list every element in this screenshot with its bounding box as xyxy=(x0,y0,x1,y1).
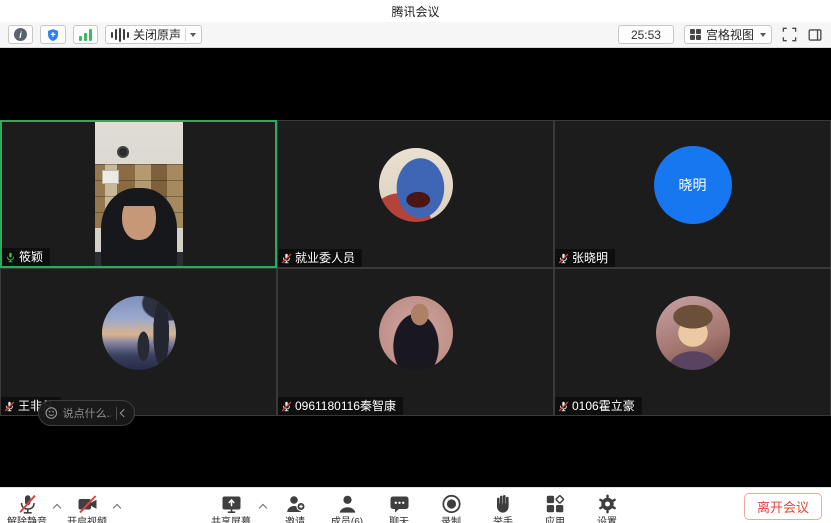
mute-original-sound-label: 关闭原声 xyxy=(133,26,181,43)
members-icon xyxy=(336,493,359,515)
chevron-down-icon xyxy=(760,33,766,37)
apps-label: 应用 xyxy=(545,518,565,523)
record-button[interactable]: 录制 xyxy=(428,493,474,523)
audio-wave-icon xyxy=(111,28,129,42)
window-titlebar: 腾讯会议 xyxy=(0,0,831,22)
info-icon: i xyxy=(14,28,27,41)
unmute-label: 解除静音 xyxy=(7,518,47,523)
bottom-toolbar: 解除静音 开启视频 共享屏幕 xyxy=(0,487,831,523)
apps-icon xyxy=(544,493,567,515)
emoji-icon[interactable] xyxy=(45,406,58,420)
participant-name: 筱颖 xyxy=(19,250,43,264)
chat-input-placeholder[interactable]: 说点什么... xyxy=(63,405,111,421)
participant-tile-xiaoying[interactable]: 筱颖 xyxy=(0,120,277,268)
mic-options-caret-icon[interactable] xyxy=(53,504,61,512)
chat-label: 聊天 xyxy=(389,518,409,523)
participant-tile-jiuyewei[interactable]: 就业委人员 xyxy=(277,120,554,268)
raise-hand-button[interactable]: 举手 xyxy=(480,493,526,523)
participant-tile-wangfeifan[interactable]: 王非凡 xyxy=(0,268,277,416)
record-icon xyxy=(440,493,463,515)
invite-label: 邀请 xyxy=(285,518,305,523)
participant-name: 就业委人员 xyxy=(295,251,355,265)
invite-button[interactable]: 邀请 xyxy=(272,493,318,523)
leave-meeting-button[interactable]: 离开会议 xyxy=(744,493,822,520)
members-button[interactable]: 成员(6) xyxy=(324,493,370,523)
mute-original-sound-button[interactable]: 关闭原声 xyxy=(105,25,202,44)
mic-muted-icon xyxy=(281,401,292,412)
divider xyxy=(116,407,117,420)
share-options-caret-icon[interactable] xyxy=(259,504,267,512)
mic-on-icon xyxy=(5,252,16,263)
meeting-info-button[interactable]: i xyxy=(8,25,33,44)
network-status-button[interactable] xyxy=(73,25,98,44)
person-bangs xyxy=(118,189,160,206)
chevron-down-icon[interactable] xyxy=(190,33,196,37)
participant-name-badge: 张晓明 xyxy=(555,249,615,267)
participant-name: 0961180116秦智康 xyxy=(295,399,396,413)
settings-label: 设置 xyxy=(597,518,617,523)
security-button[interactable] xyxy=(40,25,66,44)
meeting-timer: 25:53 xyxy=(618,25,674,44)
avatar xyxy=(379,148,453,222)
top-toolbar: i 关闭原声 25:53 xyxy=(0,22,831,48)
participant-tile-zhangxiaoming[interactable]: 晓明 张晓明 xyxy=(554,120,831,268)
chat-button[interactable]: 聊天 xyxy=(376,493,422,523)
box-decor xyxy=(102,170,119,184)
timer-value: 25:53 xyxy=(624,28,668,42)
settings-gear-icon xyxy=(596,493,619,515)
invite-icon xyxy=(284,493,307,515)
avatar xyxy=(656,296,730,370)
participant-name: 0106霍立豪 xyxy=(572,399,635,413)
side-panel-icon[interactable] xyxy=(807,27,823,43)
shield-plus-icon xyxy=(46,28,60,42)
divider xyxy=(185,28,186,41)
participant-name-badge: 0961180116秦智康 xyxy=(278,397,403,415)
avatar-initials: 晓明 xyxy=(654,146,732,224)
mic-muted-icon xyxy=(16,493,39,515)
avatar xyxy=(379,296,453,370)
participant-name-badge: 就业委人员 xyxy=(278,249,362,267)
leave-meeting-label: 离开会议 xyxy=(757,497,809,516)
view-mode-button[interactable]: 宫格视图 xyxy=(684,25,772,44)
record-label: 录制 xyxy=(441,518,461,523)
apps-button[interactable]: 应用 xyxy=(532,493,578,523)
camera-muted-icon xyxy=(76,493,99,515)
avatar xyxy=(102,296,176,370)
view-mode-label: 宫格视图 xyxy=(706,26,754,43)
signal-bars-icon xyxy=(79,29,92,41)
collapse-chevron-icon[interactable] xyxy=(120,409,128,417)
chat-quick-input[interactable]: 说点什么... xyxy=(38,400,135,426)
participant-video xyxy=(95,122,183,266)
meeting-window: 腾讯会议 i 关闭原声 xyxy=(0,0,831,523)
grid-view-icon xyxy=(690,29,701,40)
start-video-button[interactable]: 开启视频 xyxy=(64,493,110,523)
mic-muted-icon xyxy=(558,253,569,264)
share-screen-label: 共享屏幕 xyxy=(211,518,251,523)
mic-muted-icon xyxy=(281,253,292,264)
raise-hand-label: 举手 xyxy=(493,518,513,523)
participant-tile-qinzhikang[interactable]: 0961180116秦智康 xyxy=(277,268,554,416)
participant-name-badge: 0106霍立豪 xyxy=(555,397,642,415)
unmute-button[interactable]: 解除静音 xyxy=(4,493,50,523)
clock-decor xyxy=(117,146,129,158)
participant-tile-huolihao[interactable]: 0106霍立豪 xyxy=(554,268,831,416)
start-video-label: 开启视频 xyxy=(67,518,107,523)
share-screen-button[interactable]: 共享屏幕 xyxy=(208,493,254,523)
video-options-caret-icon[interactable] xyxy=(113,504,121,512)
window-title: 腾讯会议 xyxy=(391,3,439,20)
share-screen-icon xyxy=(220,493,243,515)
fullscreen-icon[interactable] xyxy=(782,27,797,42)
mic-muted-icon xyxy=(4,401,15,412)
video-grid: 筱颖 就业委人员 晓明 xyxy=(0,120,831,416)
mic-muted-icon xyxy=(558,401,569,412)
settings-button[interactable]: 设置 xyxy=(584,493,630,523)
members-label: 成员(6) xyxy=(331,518,363,523)
participant-name-badge: 筱颖 xyxy=(2,248,50,266)
avatar-initials-text: 晓明 xyxy=(679,175,707,195)
participant-name: 张晓明 xyxy=(572,251,608,265)
chat-icon xyxy=(388,493,411,515)
raise-hand-icon xyxy=(492,493,515,515)
